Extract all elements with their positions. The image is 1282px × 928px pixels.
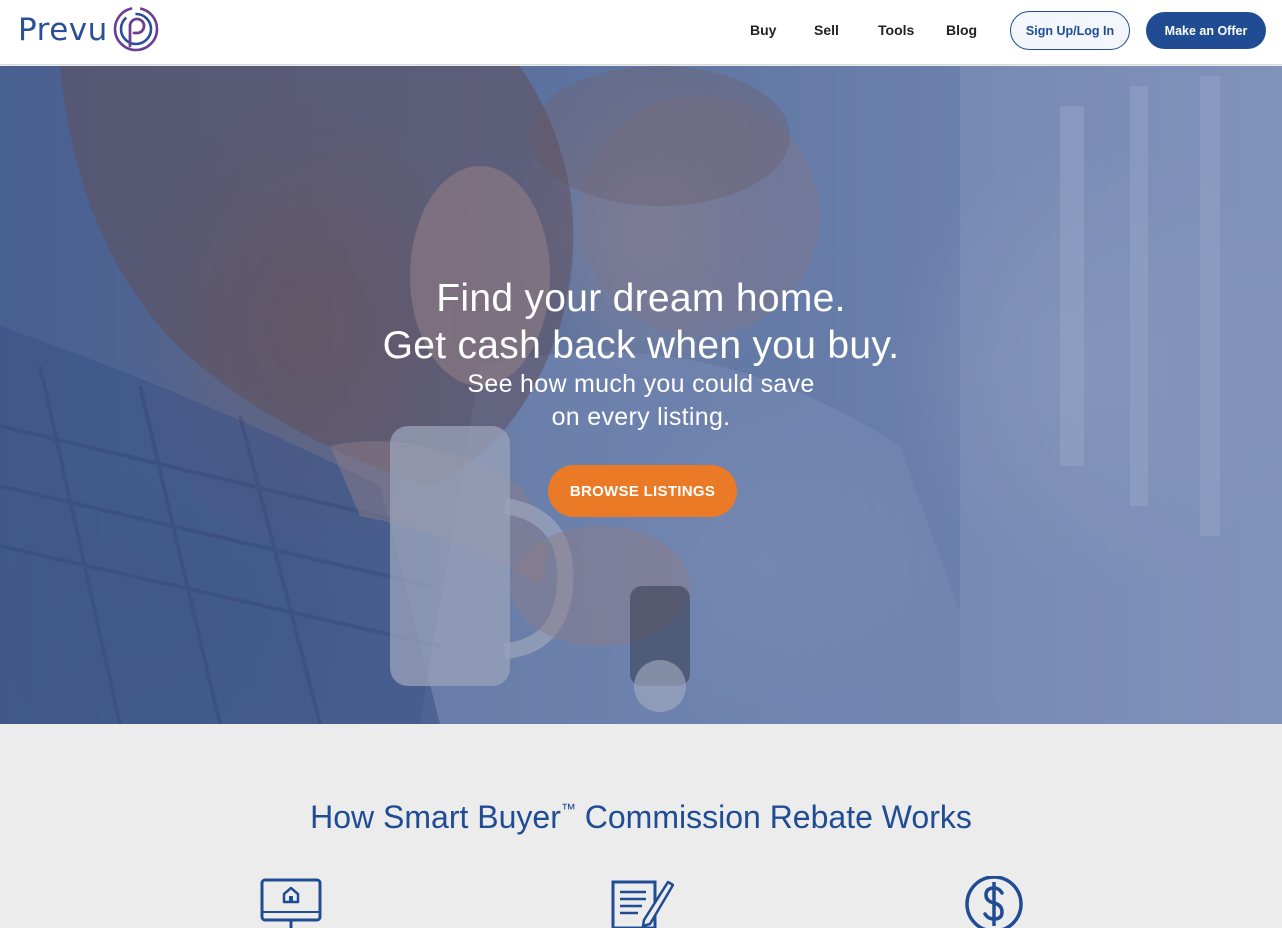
trademark-symbol: ™	[560, 801, 576, 818]
hero-banner: Find your dream home. Get cash back when…	[0, 66, 1282, 724]
make-offer-button[interactable]: Make an Offer	[1146, 12, 1266, 49]
browse-listings-button[interactable]: BROWSE LISTINGS	[548, 465, 737, 517]
nav-tools[interactable]: Tools	[878, 22, 914, 38]
nav-sell[interactable]: Sell	[814, 22, 839, 38]
nav-blog[interactable]: Blog	[946, 22, 977, 38]
prevu-logo[interactable]: Prevu	[18, 6, 160, 54]
computer-house-icon	[260, 878, 322, 928]
hero-subtext-line2: on every listing.	[551, 403, 731, 431]
hero-headline-line2: Get cash back when you buy.	[382, 324, 900, 367]
hero-headline-line1: Find your dream home.	[436, 277, 846, 320]
document-pencil-icon	[611, 880, 674, 928]
dollar-circle-icon	[965, 876, 1023, 928]
nav-buy[interactable]: Buy	[750, 22, 776, 38]
signup-login-button[interactable]: Sign Up/Log In	[1010, 11, 1130, 50]
logo-mark-icon	[113, 6, 159, 52]
logo-wordmark: Prevu	[18, 11, 108, 48]
section-title: How Smart Buyer™ Commission Rebate Works	[310, 799, 972, 835]
hero-subtext-line1: See how much you could save	[467, 370, 815, 398]
site-header: Prevu Buy Sell Tools Blog Sign Up/Log In…	[0, 0, 1282, 65]
